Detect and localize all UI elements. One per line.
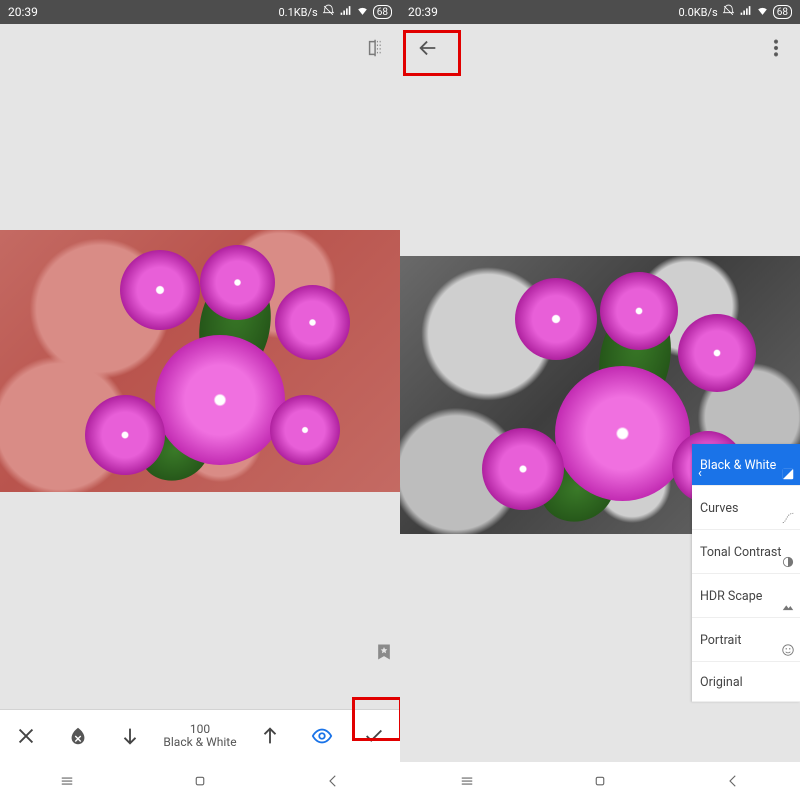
edited-photo[interactable] xyxy=(0,230,400,492)
nav-home-button[interactable] xyxy=(591,772,609,794)
screen-left: 20:39 0.1KB/s 68 xyxy=(0,0,400,804)
battery-indicator: 68 xyxy=(373,5,392,19)
signal-icon xyxy=(739,4,752,20)
battery-indicator: 68 xyxy=(773,5,792,19)
effects-panel: Black & White ‹ Curves Tonal Contrast HD… xyxy=(692,444,800,702)
curves-icon xyxy=(781,511,795,525)
status-time: 20:39 xyxy=(408,5,438,19)
dnd-icon xyxy=(322,4,335,20)
system-nav xyxy=(0,762,400,804)
status-time: 20:39 xyxy=(8,5,38,19)
chevron-left-icon: ‹ xyxy=(698,466,702,481)
overflow-menu-button[interactable] xyxy=(762,34,790,62)
nav-recent-button[interactable] xyxy=(58,772,76,794)
compare-icon[interactable] xyxy=(362,34,390,62)
app-bar xyxy=(400,24,800,72)
portrait-icon xyxy=(781,643,795,657)
app-bar xyxy=(0,24,400,72)
fx-item-hdr-scape[interactable]: HDR Scape xyxy=(692,574,800,618)
nav-back-button[interactable] xyxy=(324,772,342,794)
apply-button[interactable] xyxy=(356,718,392,754)
system-nav xyxy=(400,762,800,804)
fx-label: Black & White xyxy=(700,458,794,473)
fx-item-portrait[interactable]: Portrait xyxy=(692,618,800,662)
decrease-button[interactable] xyxy=(112,718,148,754)
fx-item-curves[interactable]: Curves xyxy=(692,486,800,530)
fx-item-original[interactable]: Original xyxy=(692,662,800,702)
fx-label: Portrait xyxy=(700,633,794,648)
nav-recent-button[interactable] xyxy=(458,772,476,794)
status-data-rate: 0.1KB/s xyxy=(279,6,318,19)
filter-name: Black & White xyxy=(163,736,236,749)
fx-label: Tonal Contrast xyxy=(700,545,794,560)
fx-label: Curves xyxy=(700,501,794,516)
wifi-icon xyxy=(356,4,369,20)
fx-item-black-white[interactable]: Black & White ‹ xyxy=(692,444,800,486)
bookmark-icon[interactable] xyxy=(374,642,394,662)
fx-item-tonal-contrast[interactable]: Tonal Contrast xyxy=(692,530,800,574)
tonal-icon xyxy=(781,555,795,569)
fx-label: Original xyxy=(700,675,794,690)
dnd-icon xyxy=(722,4,735,20)
status-bar: 20:39 0.0KB/s 68 xyxy=(400,0,800,24)
nav-home-button[interactable] xyxy=(191,772,209,794)
status-bar: 20:39 0.1KB/s 68 xyxy=(0,0,400,24)
nav-back-button[interactable] xyxy=(724,772,742,794)
hdr-icon xyxy=(781,599,795,613)
preview-button[interactable] xyxy=(304,718,340,754)
filter-value-display[interactable]: 100 Black & White xyxy=(163,723,236,748)
bw-icon xyxy=(781,467,795,481)
screen-right: 20:39 0.0KB/s 68 xyxy=(400,0,800,804)
back-button[interactable] xyxy=(414,34,442,62)
signal-icon xyxy=(339,4,352,20)
wifi-icon xyxy=(756,4,769,20)
edit-toolbar: 100 Black & White xyxy=(0,710,400,762)
mask-button[interactable] xyxy=(60,718,96,754)
status-data-rate: 0.0KB/s xyxy=(679,6,718,19)
fx-label: HDR Scape xyxy=(700,589,794,604)
increase-button[interactable] xyxy=(252,718,288,754)
close-button[interactable] xyxy=(8,718,44,754)
